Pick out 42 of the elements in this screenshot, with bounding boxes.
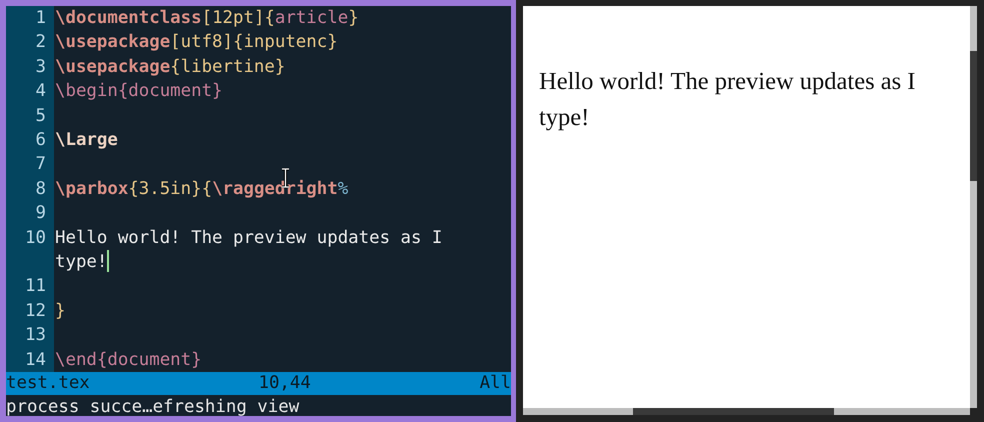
code-text: \documentclass	[55, 8, 202, 28]
code-text: \parbox	[55, 178, 128, 199]
line-number: 7	[36, 154, 46, 174]
code-text: [12pt]{	[202, 8, 275, 28]
line-number: 13	[25, 325, 46, 346]
code-text: \usepackage	[55, 56, 170, 77]
line-number: 5	[36, 106, 46, 126]
code-text: \end{document}	[55, 350, 202, 370]
cursor-position: 10,44	[258, 372, 311, 396]
line-number: 4	[36, 81, 46, 102]
line-number: 3	[36, 56, 46, 77]
code-text: }	[348, 8, 359, 28]
line-number: 9	[36, 203, 46, 224]
code-text: %	[338, 178, 348, 199]
code-text: }	[55, 300, 66, 321]
preview-text: Hello world! The preview updates as I type!	[539, 67, 916, 133]
line-number: 14	[25, 350, 46, 370]
scrollbar-thumb[interactable]	[970, 51, 977, 181]
code-text: Hello world! The preview updates as I	[55, 228, 442, 248]
line-number: 8	[36, 178, 46, 199]
line-number: 11	[25, 276, 46, 296]
text-cursor	[107, 250, 110, 272]
code-text: article	[274, 8, 348, 28]
scrollbar-thumb[interactable]	[633, 408, 834, 415]
line-number: 1	[36, 8, 46, 28]
horizontal-scrollbar[interactable]	[523, 408, 970, 415]
code-text: {3.5in}{	[128, 178, 212, 199]
line-number: 2	[36, 32, 46, 52]
line-number: 12	[25, 300, 46, 321]
code-text: \raggedright	[212, 178, 338, 199]
code-text: [utf8]{inputenc}	[170, 32, 338, 52]
code-text: \begin{document}	[55, 81, 223, 102]
scroll-indicator: All	[480, 372, 511, 396]
code-text: {libertine}	[170, 56, 286, 77]
line-number: 6	[36, 130, 46, 150]
message-line: process succe…efreshing view	[6, 396, 300, 420]
code-text: type!	[55, 252, 108, 272]
code-text: \usepackage	[55, 32, 170, 52]
file-name: test.tex	[6, 372, 90, 396]
vertical-scrollbar[interactable]	[970, 6, 977, 408]
line-number: 10	[25, 228, 46, 248]
code-text: \Large	[55, 130, 118, 150]
